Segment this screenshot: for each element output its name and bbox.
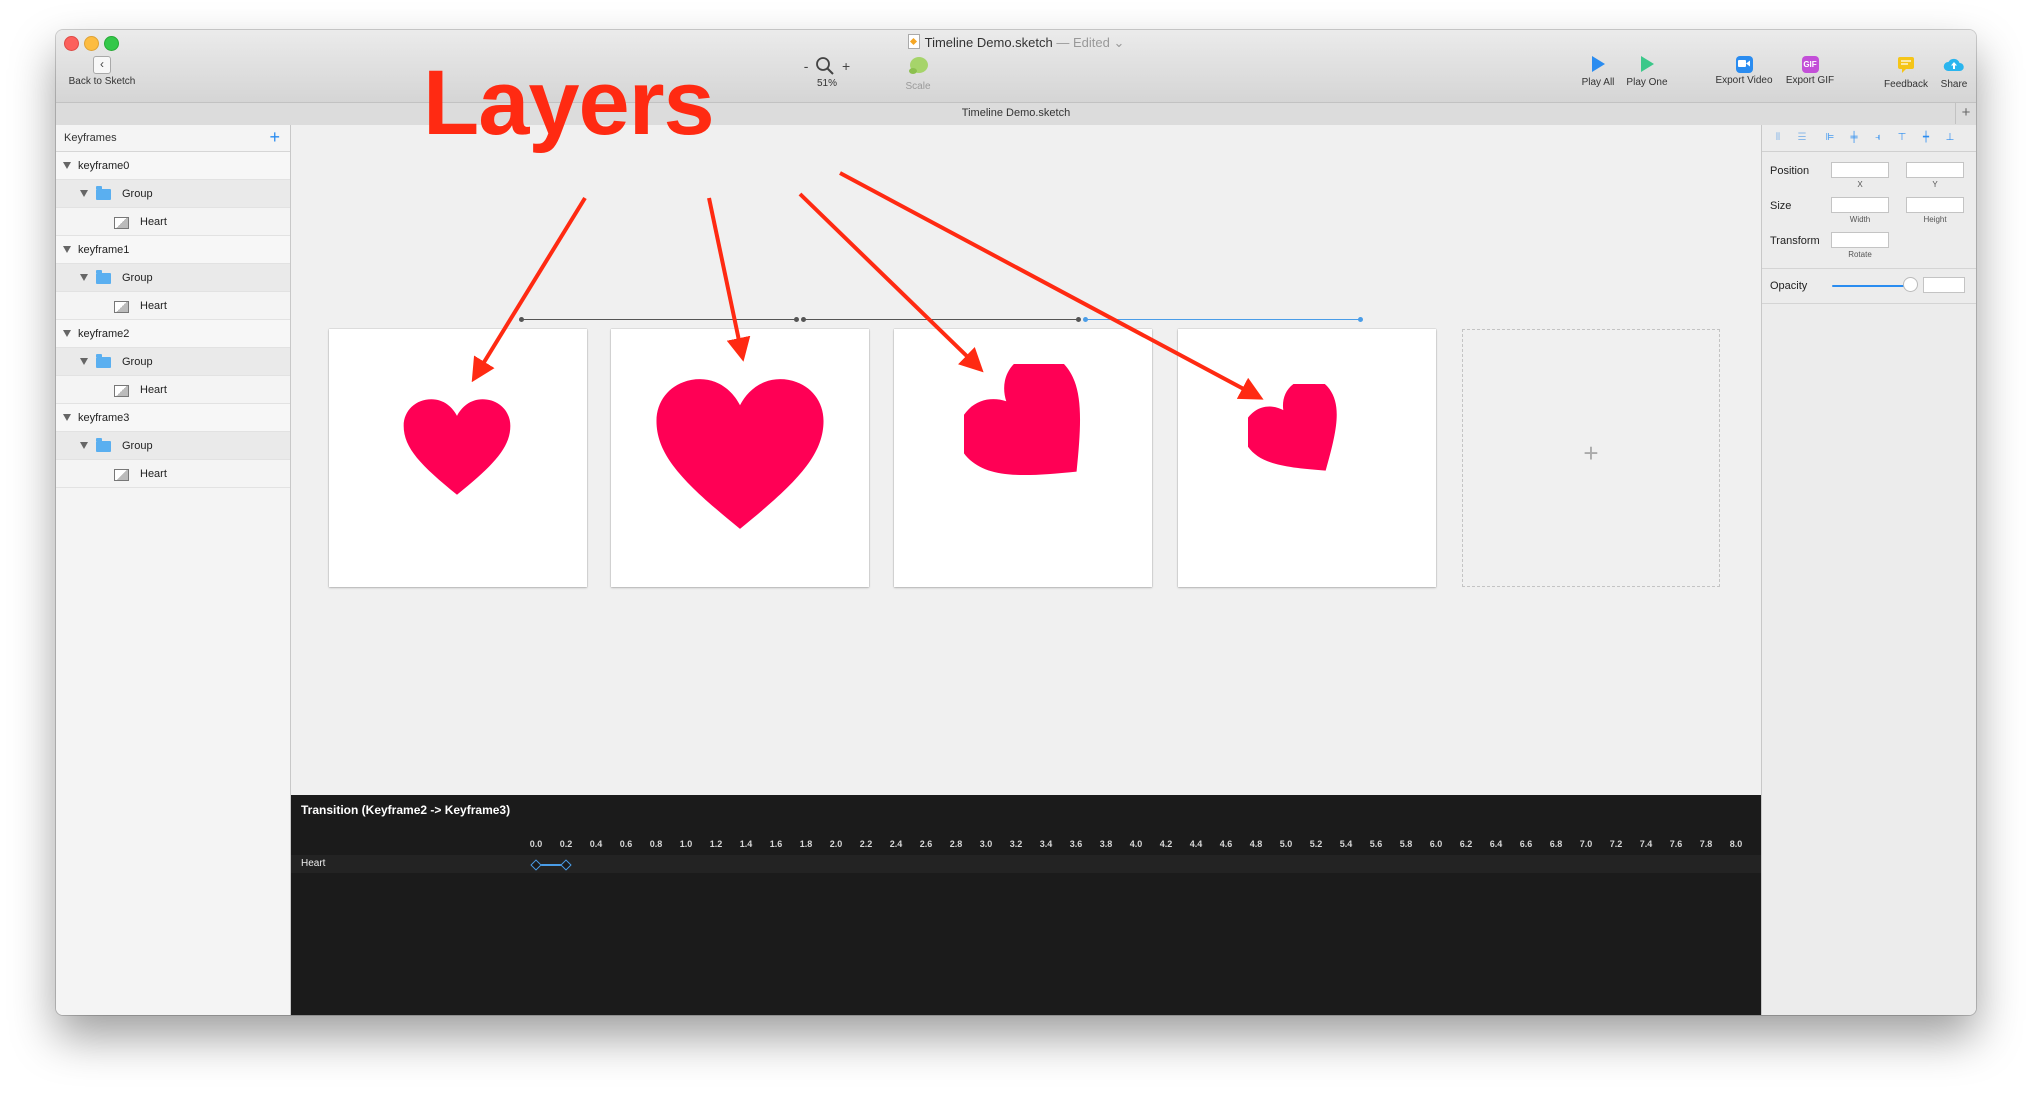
annotation-arrow	[839, 171, 1264, 400]
annotation-arrow	[707, 197, 751, 362]
annotation-arrow	[798, 192, 984, 373]
annotation-arrows	[471, 171, 1264, 400]
annotation-arrow	[471, 196, 587, 383]
